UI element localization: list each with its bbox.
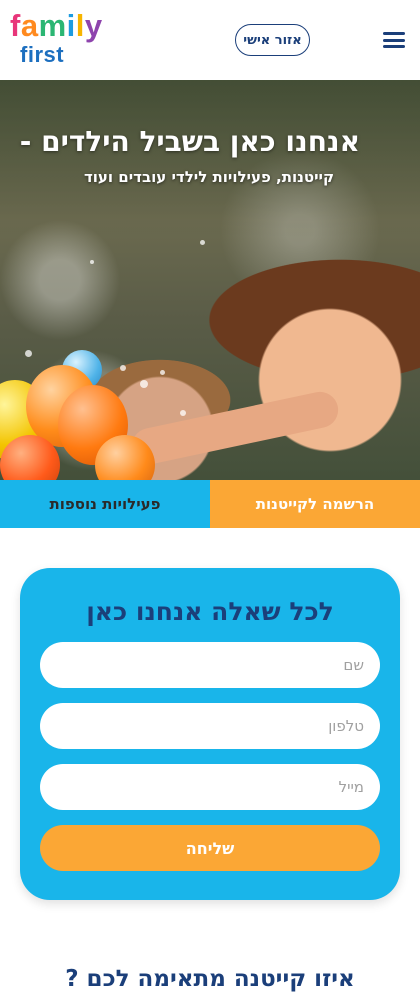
tab-more-activities[interactable]: פעילויות נוספות [0, 480, 210, 528]
hero-subtitle: קייטנות, פעילויות לילדי עובדים ועוד [83, 168, 334, 186]
hero-banner: אנחנו כאן בשביל הילדים - קייטנות, פעילוי… [0, 80, 420, 480]
site-header: family first אזור אישי [0, 0, 420, 80]
hamburger-icon[interactable] [383, 31, 405, 49]
hamburger-line [383, 45, 405, 48]
contact-form-card: לכל שאלה אנחנו כאן שליחה [20, 568, 400, 900]
family-first-logo[interactable]: family first [10, 8, 120, 68]
camp-match-heading: איזו קייטנה מתאימה לכם ? [65, 966, 355, 992]
name-field[interactable] [40, 642, 380, 688]
hamburger-line [383, 38, 405, 42]
logo-wordmark-bottom: first [20, 42, 65, 67]
email-field[interactable] [40, 764, 380, 810]
phone-field[interactable] [40, 703, 380, 749]
submit-button[interactable]: שליחה [40, 825, 380, 871]
activity-tabs: פעילויות נוספות הרשמה לקייטנות [0, 480, 420, 528]
hamburger-line [383, 32, 405, 35]
personal-area-button[interactable]: אזור אישי [235, 24, 310, 56]
tab-camp-registration[interactable]: הרשמה לקייטנות [210, 480, 420, 528]
contact-form-title: לכל שאלה אנחנו כאן [86, 597, 334, 626]
logo-wordmark-top: family [10, 8, 103, 43]
hero-title: אנחנו כאן בשביל הילדים - [19, 125, 360, 158]
